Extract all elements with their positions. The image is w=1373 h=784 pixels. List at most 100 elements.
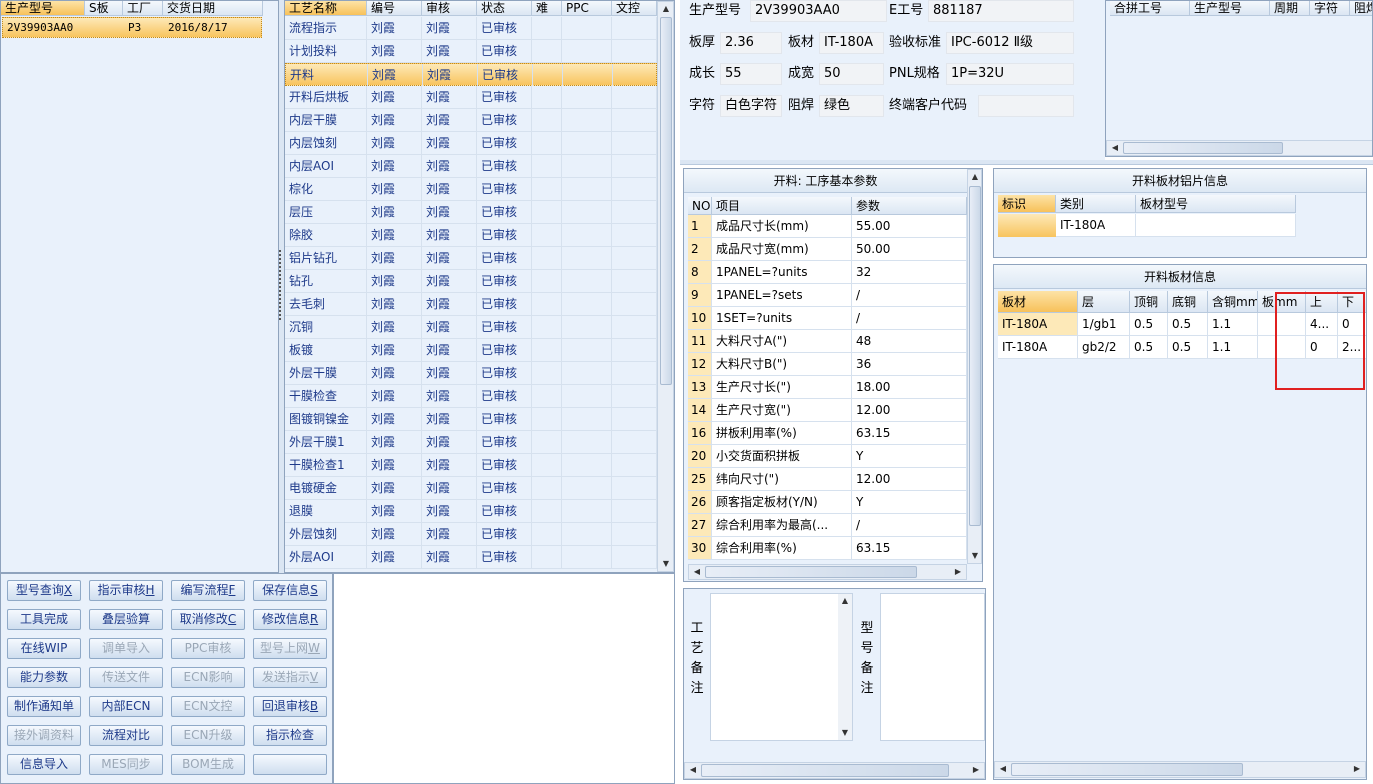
process-row[interactable]: 干膜检查 刘霞 刘霞 已审核 [285,385,657,408]
scroll-down-arrow[interactable]: ▼ [839,726,851,740]
order-row[interactable]: 2V39903AA0 P3 2016/8/17 [2,17,262,38]
button-24[interactable]: 指示检查 [253,725,327,746]
param-row[interactable]: 2 成品尺寸宽(mm) 50.00 [688,238,967,261]
button-17[interactable]: 制作通知单 [7,696,81,717]
col-header-param-no[interactable]: NO [688,197,712,215]
scroll-left-arrow[interactable]: ◀ [691,565,703,579]
notes-scroll-thumb[interactable] [701,764,949,777]
process-row[interactable]: 图镀铜镍金 刘霞 刘霞 已审核 [285,408,657,431]
col-header-foil-type[interactable]: 类别 [1056,195,1136,213]
button-13[interactable]: 能力参数 [7,667,81,688]
button-14[interactable]: 传送文件 [89,667,163,688]
col-header-merge-mask[interactable]: 阻焊 [1350,1,1372,16]
splitter-right[interactable] [680,160,1373,165]
param-row[interactable]: 9 1PANEL=?sets / [688,284,967,307]
button-8[interactable]: 修改信息R [253,609,327,630]
material-scroll-thumb[interactable] [1011,763,1243,776]
process-row[interactable]: 退膜 刘霞 刘霞 已审核 [285,500,657,523]
process-vscrollbar[interactable]: ▲ ▼ [657,1,674,572]
button-6[interactable]: 叠层验算 [89,609,163,630]
scroll-up-arrow[interactable]: ▲ [969,170,981,184]
button-11[interactable]: PPC审核 [171,638,245,659]
button-27[interactable]: BOM生成 [171,754,245,775]
col-header-layer[interactable]: 层 [1078,291,1130,313]
field-customer-code[interactable] [978,95,1074,117]
process-row[interactable]: 外层干膜 刘霞 刘霞 已审核 [285,362,657,385]
process-row[interactable]: 除胶 刘霞 刘霞 已审核 [285,224,657,247]
merge-scroll-thumb[interactable] [1123,142,1283,154]
process-row[interactable]: 铝片钻孔 刘霞 刘霞 已审核 [285,247,657,270]
button-15[interactable]: ECN影响 [171,667,245,688]
field-pnl[interactable]: 1P=32U [946,63,1074,85]
process-row[interactable]: 层压 刘霞 刘霞 已审核 [285,201,657,224]
button-23[interactable]: ECN升级 [171,725,245,746]
scroll-left-arrow[interactable]: ◀ [687,763,699,777]
field-length[interactable]: 55 [720,63,782,85]
col-header-audit[interactable]: 审核 [422,1,477,16]
process-scroll-thumb[interactable] [660,17,672,385]
field-model[interactable]: 2V39903AA0 [750,0,887,22]
process-row[interactable]: 内层干膜 刘霞 刘霞 已审核 [285,109,657,132]
scroll-left-arrow[interactable]: ◀ [997,762,1009,776]
process-row[interactable]: 外层AOI 刘霞 刘霞 已审核 [285,546,657,569]
param-row[interactable]: 14 生产尺寸宽(") 12.00 [688,399,967,422]
col-header-factory[interactable]: 工厂 [123,1,163,16]
params-hscroll-thumb[interactable] [705,566,917,578]
col-header-merge-model[interactable]: 生产型号 [1190,1,1270,16]
process-row[interactable]: 干膜检查1 刘霞 刘霞 已审核 [285,454,657,477]
scroll-down-arrow[interactable]: ▼ [660,557,672,571]
process-row[interactable]: 流程指示 刘霞 刘霞 已审核 [285,17,657,40]
model-note-textarea[interactable] [880,593,985,741]
param-row[interactable]: 16 拼板利用率(%) 63.15 [688,422,967,445]
button-20[interactable]: 回退审核B [253,696,327,717]
params-hscrollbar[interactable]: ◀ ▶ [688,564,967,580]
scroll-right-arrow[interactable]: ▶ [1351,762,1363,776]
process-row[interactable]: 内层AOI 刘霞 刘霞 已审核 [285,155,657,178]
param-row[interactable]: 13 生产尺寸长(") 18.00 [688,376,967,399]
params-scroll-thumb[interactable] [969,186,981,526]
scroll-left-arrow[interactable]: ◀ [1109,141,1121,155]
col-header-foil-model[interactable]: 板材型号 [1136,195,1296,213]
button-18[interactable]: 内部ECN [89,696,163,717]
process-row[interactable]: 板镀 刘霞 刘霞 已审核 [285,339,657,362]
col-header-ppc[interactable]: PPC [562,1,612,16]
scroll-down-arrow[interactable]: ▼ [969,549,981,563]
col-header-doc-control[interactable]: 文控 [612,1,657,16]
process-row[interactable]: 外层干膜1 刘霞 刘霞 已审核 [285,431,657,454]
param-row[interactable]: 10 1SET=?units / [688,307,967,330]
col-header-param-value[interactable]: 参数 [852,197,967,215]
col-header-s[interactable]: S板 [85,1,123,16]
process-row[interactable]: 棕化 刘霞 刘霞 已审核 [285,178,657,201]
button-3[interactable]: 编写流程F [171,580,245,601]
process-row[interactable]: 开料 刘霞 刘霞 已审核 [285,63,658,87]
process-row[interactable]: 电镀硬金 刘霞 刘霞 已审核 [285,477,657,500]
col-header-status[interactable]: 状态 [477,1,532,16]
col-header-date[interactable]: 交货日期 [163,1,263,16]
note-vscrollbar[interactable]: ▲ ▼ [838,594,852,740]
process-row[interactable]: 开料后烘板 刘霞 刘霞 已审核 [285,86,657,109]
col-header-bottom-copper[interactable]: 底铜 [1168,291,1208,313]
col-header-param-item[interactable]: 项目 [712,197,852,215]
button-19[interactable]: ECN文控 [171,696,245,717]
button-22[interactable]: 流程对比 [89,725,163,746]
col-header-material[interactable]: 板材 [998,291,1078,313]
param-row[interactable]: 30 综合利用率(%) 63.15 [688,537,967,560]
button-16[interactable]: 发送指示V [253,667,327,688]
col-header-model[interactable]: 生产型号 [1,1,85,16]
scroll-right-arrow[interactable]: ▶ [952,565,964,579]
button-26[interactable]: MES同步 [89,754,163,775]
col-header-merge-char[interactable]: 字符 [1310,1,1350,16]
button-10[interactable]: 调单导入 [89,638,163,659]
field-thickness[interactable]: 2.36 [720,32,782,54]
button-9[interactable]: 在线WIP [7,638,81,659]
param-row[interactable]: 27 综合利用率为最高(... / [688,514,967,537]
col-header-merge-no[interactable]: 合拼工号 [1110,1,1190,16]
field-material[interactable]: IT-180A [819,32,884,54]
param-row[interactable]: 20 小交货面积拼板 Y [688,445,967,468]
field-standard[interactable]: IPC-6012 Ⅱ级 [946,32,1074,54]
param-row[interactable]: 12 大料尺寸B(") 36 [688,353,967,376]
scroll-up-arrow[interactable]: ▲ [839,594,851,608]
button-21[interactable]: 接外调资料 [7,725,81,746]
button-12[interactable]: 型号上网W [253,638,327,659]
foil-row[interactable]: IT-180A [998,214,1296,237]
